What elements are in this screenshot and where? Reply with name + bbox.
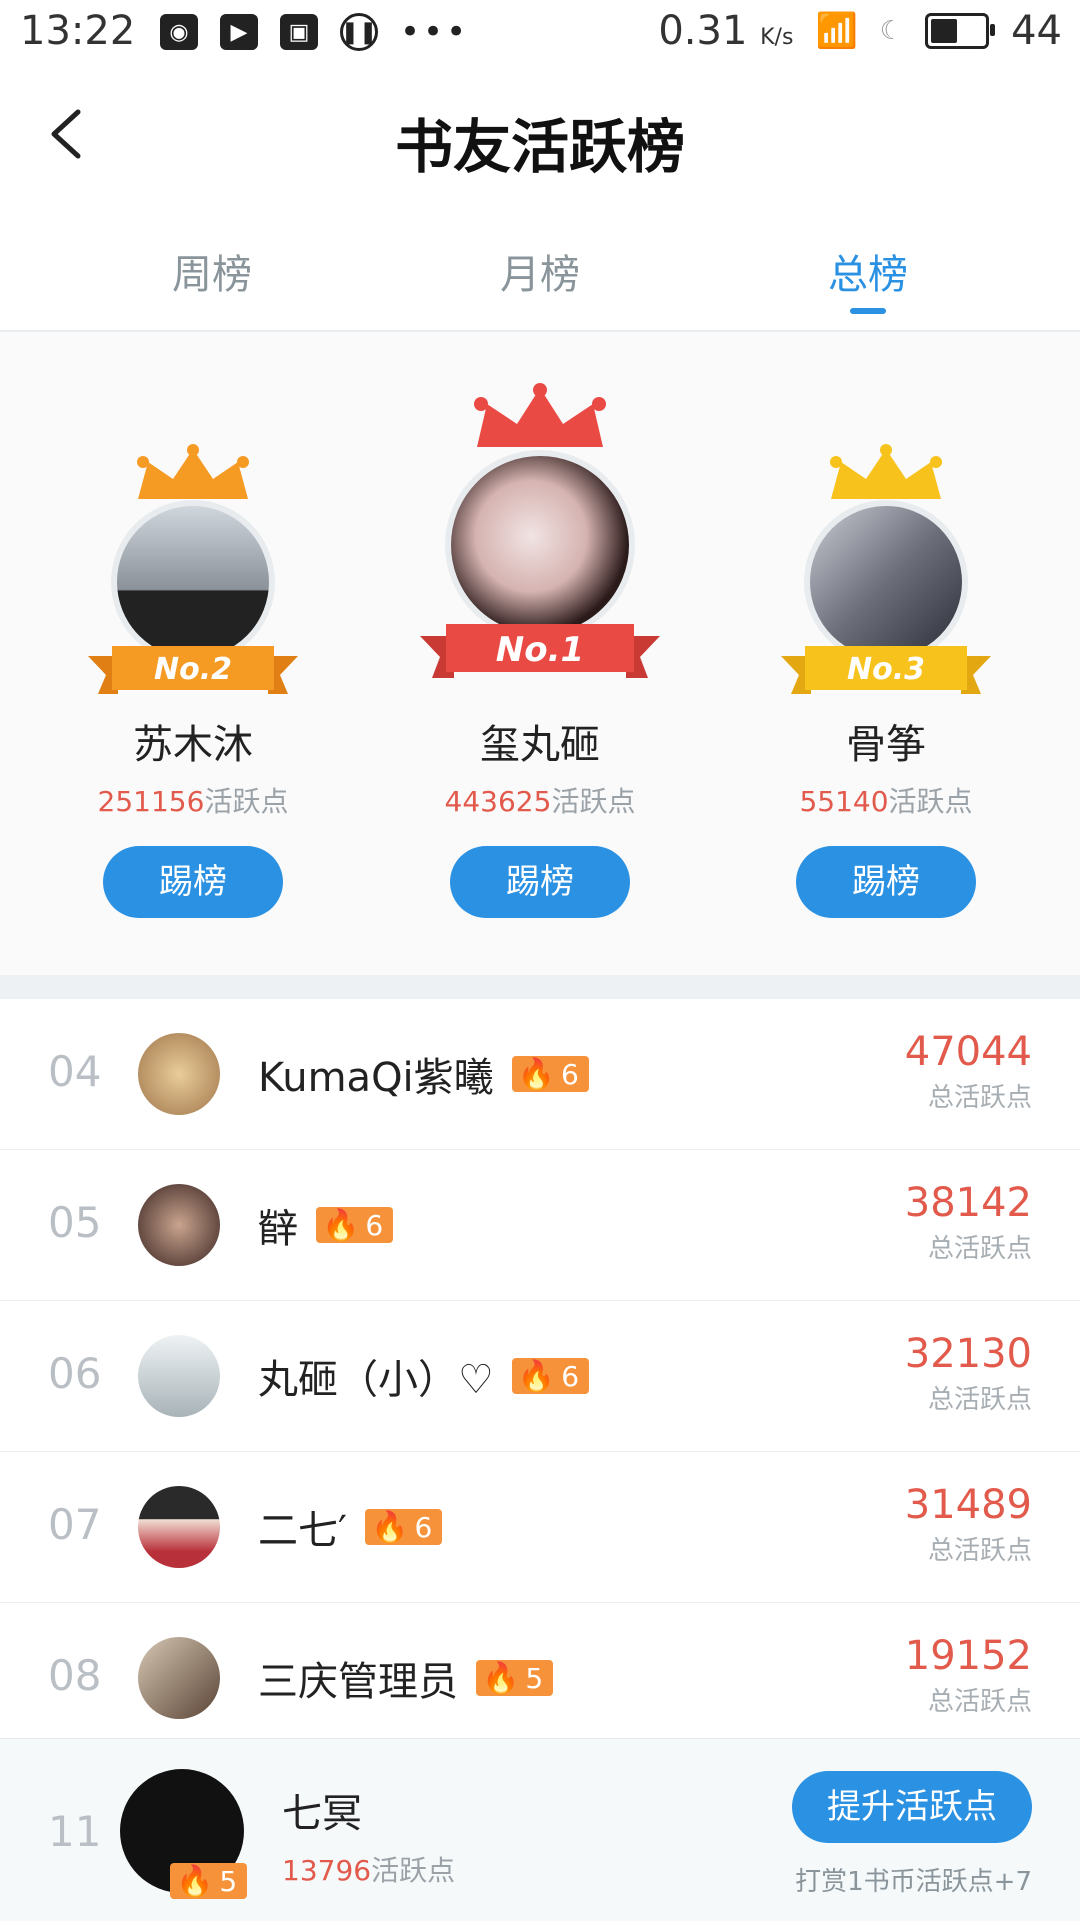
rank-number: 06 [48, 1349, 102, 1398]
avatar[interactable] [804, 500, 968, 664]
list-item[interactable]: 04 KumaQi紫曦 🔥 6 47044 总活跃点 [0, 999, 1080, 1150]
crown-icon [128, 444, 258, 508]
my-rank-number: 11 [48, 1807, 102, 1856]
user-name: 辥 🔥 6 [258, 1196, 394, 1254]
flame-icon: 🔥 [517, 1358, 556, 1394]
boost-activity-button[interactable]: 提升活跃点 [792, 1771, 1032, 1843]
user-name: KumaQi紫曦 🔥 6 [258, 1045, 589, 1103]
kick-rank-button[interactable]: 踢榜 [450, 846, 630, 918]
status-bar: 13:22 ◉ ▶ ▣ ❚❚ ••• 0.31 K/s 📶 ☾ 44 [0, 0, 1080, 64]
top-three-podium: No.2 苏木沐 251156活跃点 踢榜 No.1 玺丸砸 443625活跃点… [0, 332, 1080, 975]
flame-icon: 🔥 [176, 1863, 214, 1899]
battery-level: 44 [1011, 8, 1062, 54]
rank-label: No.3 [847, 652, 925, 687]
score: 19152 总活跃点 [904, 1633, 1032, 1717]
page-title: 书友活跃榜 [394, 113, 685, 181]
list-item[interactable]: 05 辥 🔥 6 38142 总活跃点 [0, 1150, 1080, 1301]
level-badge: 🔥 5 [476, 1660, 554, 1696]
my-rank-bar: 11 🔥 5 七冥 13796活跃点 提升活跃点 打赏1书币活跃点+7 [0, 1738, 1080, 1921]
tab-weekly[interactable]: 周榜 [112, 242, 312, 300]
tab-monthly[interactable]: 月榜 [440, 242, 640, 300]
kick-rank-button[interactable]: 踢榜 [103, 846, 283, 918]
status-time: 13:22 [20, 8, 136, 54]
user-name: 二七′ 🔥 6 [258, 1498, 443, 1556]
header: 书友活跃榜 [0, 64, 1080, 214]
rank-ribbon: No.3 [781, 644, 991, 704]
score: 38142 总活跃点 [904, 1180, 1032, 1264]
my-name: 七冥 [282, 1791, 362, 1837]
battery-icon [925, 13, 996, 49]
flame-icon: 🔥 [322, 1207, 360, 1243]
qq-icon: ◉ [160, 14, 198, 50]
podium-rank-2: No.2 苏木沐 251156活跃点 踢榜 [63, 332, 323, 975]
my-points: 13796活跃点 [282, 1854, 456, 1887]
list-item[interactable]: 08 三庆管理员 🔥 5 19152 总活跃点 [0, 1603, 1080, 1754]
avatar[interactable] [138, 1184, 220, 1266]
video-icon: ▶ [220, 14, 258, 50]
flame-icon: 🔥 [482, 1660, 520, 1696]
podium-points: 443625活跃点 [444, 785, 636, 818]
score: 32130 总活跃点 [904, 1331, 1032, 1415]
section-divider [0, 975, 1080, 999]
level-badge: 🔥 6 [511, 1056, 589, 1092]
wifi-icon: 📶 [815, 11, 858, 51]
podium-rank-3: No.3 骨筝 55140活跃点 踢榜 [756, 332, 1016, 975]
podium-rank-1: No.1 玺丸砸 443625活跃点 踢榜 [410, 332, 670, 975]
image-icon: ▣ [280, 14, 318, 50]
pause-icon: ❚❚ [340, 13, 378, 51]
score: 31489 总活跃点 [904, 1482, 1032, 1566]
rank-label: No.2 [154, 652, 232, 687]
crown-icon [465, 382, 615, 456]
kick-rank-button[interactable]: 踢榜 [796, 846, 976, 918]
boost-hint: 打赏1书币活跃点+7 [795, 1867, 1032, 1897]
avatar[interactable] [138, 1335, 220, 1417]
crown-icon [821, 444, 951, 508]
podium-name: 骨筝 [846, 722, 926, 768]
avatar[interactable] [445, 450, 635, 640]
avatar[interactable] [138, 1486, 220, 1568]
tab-overall[interactable]: 总榜 [768, 242, 968, 314]
list-item[interactable]: 07 二七′ 🔥 6 31489 总活跃点 [0, 1452, 1080, 1603]
user-name: 三庆管理员 🔥 5 [258, 1649, 554, 1707]
tab-bar: 周榜 月榜 总榜 [0, 214, 1080, 332]
rank-number: 07 [48, 1500, 102, 1549]
score: 47044 总活跃点 [904, 1029, 1032, 1113]
level-badge: 🔥 6 [511, 1358, 590, 1394]
level-badge: 🔥 6 [316, 1207, 394, 1243]
rank-ribbon: No.1 [420, 622, 660, 688]
user-name: 丸砸（小）♡ 🔥 6 [258, 1347, 590, 1405]
avatar[interactable] [138, 1637, 220, 1719]
level-badge: 🔥 5 [170, 1863, 248, 1899]
level-badge: 🔥 6 [365, 1509, 443, 1545]
avatar[interactable] [111, 500, 275, 664]
night-mode-icon: ☾ [879, 16, 904, 46]
avatar[interactable] [138, 1033, 220, 1115]
rank-number: 08 [48, 1651, 102, 1700]
rank-label: No.1 [495, 630, 585, 670]
more-dots-icon: ••• [400, 12, 470, 52]
flame-icon: 🔥 [517, 1056, 556, 1092]
rank-number: 04 [48, 1047, 102, 1096]
flame-icon: 🔥 [371, 1509, 409, 1545]
rank-number: 05 [48, 1198, 102, 1247]
podium-name: 苏木沐 [133, 722, 253, 768]
rank-ribbon: No.2 [88, 644, 298, 704]
network-speed: 0.31 K/s [658, 8, 794, 54]
ranking-list: 04 KumaQi紫曦 🔥 6 47044 总活跃点 05 辥 🔥 6 38142 … [0, 999, 1080, 1754]
notification-icons: ◉ ▶ ▣ ❚❚ ••• [160, 12, 469, 52]
podium-name: 玺丸砸 [480, 722, 600, 768]
podium-points: 55140活跃点 [799, 785, 973, 818]
list-item[interactable]: 06 丸砸（小）♡ 🔥 6 32130 总活跃点 [0, 1301, 1080, 1452]
podium-points: 251156活跃点 [97, 785, 289, 818]
